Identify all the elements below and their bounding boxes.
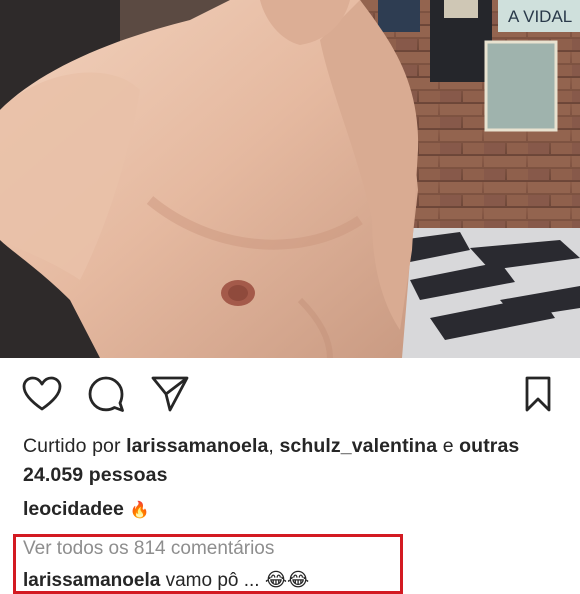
comment-preview: larissamanoela vamo pô ... 😂😂 (23, 569, 309, 593)
caption-text: 🔥 (129, 500, 150, 519)
post-action-bar (0, 372, 580, 420)
poster-text: A VIDAL (508, 7, 572, 26)
likes-summary: Curtido por larissamanoela, schulz_valen… (23, 432, 568, 490)
liked-by-user-link[interactable]: schulz_valentina (279, 435, 437, 457)
likes-prefix: Curtido por (23, 435, 121, 457)
likes-separator: , (268, 435, 274, 457)
bookmark-outline-icon[interactable] (516, 372, 560, 416)
heart-outline-icon[interactable] (20, 372, 64, 416)
comment-bubble-icon[interactable] (84, 372, 128, 416)
comment-text: vamo pô ... 😂😂 (165, 570, 310, 591)
caption-username-link[interactable]: leocidadee (23, 498, 124, 520)
comment-username-link[interactable]: larissamanoela (23, 570, 160, 591)
post-photo-scene: A VIDAL (0, 0, 580, 358)
liked-by-user-link[interactable]: larissamanoela (126, 435, 268, 457)
likes-conjunction: e (442, 435, 454, 457)
post-caption: leocidadee 🔥 (23, 496, 150, 523)
post-photo[interactable]: A VIDAL (0, 0, 580, 358)
paper-plane-icon[interactable] (148, 372, 192, 416)
view-all-comments-link[interactable]: Ver todos os 814 comentários (23, 537, 274, 561)
